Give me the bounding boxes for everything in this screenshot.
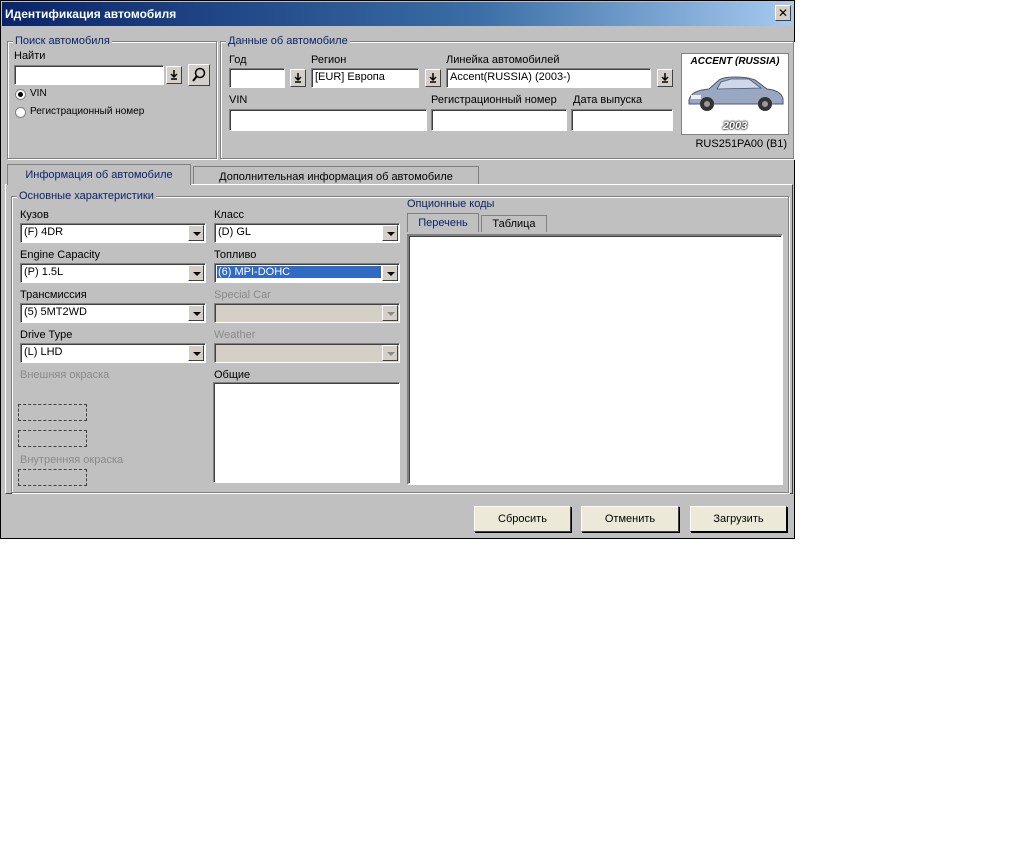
- load-button[interactable]: Загрузить: [690, 506, 787, 532]
- find-search-button[interactable]: [188, 64, 210, 86]
- transmission-value: (5) 5MT2WD: [24, 306, 87, 318]
- vin-input[interactable]: [229, 109, 427, 131]
- model-code: RUS251PA00 (B1): [695, 138, 787, 150]
- engine-capacity-select[interactable]: (P) 1.5L: [20, 263, 206, 283]
- vehicle-identification-window: Идентификация автомобиля ✕ Поиск автомоб…: [0, 0, 795, 539]
- tab-additional-info[interactable]: Дополнительная информация об автомобиле: [193, 166, 479, 185]
- engine-capacity-label: Engine Capacity: [20, 249, 101, 261]
- radio-vin[interactable]: [15, 89, 26, 100]
- download-arrow-icon: [661, 73, 669, 83]
- drive-type-label: Drive Type: [20, 329, 73, 341]
- vehicle-image: ACCENT (RUSSIA) 2003: [681, 53, 789, 135]
- download-arrow-icon: [429, 73, 437, 83]
- special-car-label: Special Car: [214, 289, 271, 301]
- chevron-down-icon: [382, 305, 398, 321]
- radio-vin-label: VIN: [30, 88, 47, 99]
- exterior-color-swatch-1: [18, 404, 87, 421]
- body-label: Кузов: [20, 209, 49, 221]
- reg-number-label: Регистрационный номер: [431, 94, 557, 106]
- reset-button[interactable]: Сбросить: [474, 506, 571, 532]
- class-select[interactable]: (D) GL: [214, 223, 400, 243]
- fuel-select[interactable]: (6) MPI-DOHC: [214, 263, 400, 283]
- fuel-label: Топливо: [214, 249, 257, 261]
- download-arrow-icon: [294, 73, 302, 83]
- year-input[interactable]: [229, 68, 285, 88]
- general-label: Общие: [214, 369, 251, 381]
- tab-option-table[interactable]: Таблица: [481, 215, 547, 232]
- download-arrow-icon: [170, 70, 178, 80]
- general-textarea[interactable]: [213, 382, 400, 483]
- drive-type-select[interactable]: (L) LHD: [20, 343, 206, 363]
- option-codes-label: Опционные коды: [407, 198, 495, 210]
- reg-number-input[interactable]: [431, 109, 567, 131]
- chevron-down-icon[interactable]: [188, 225, 204, 241]
- main-specs-group: Основные характеристики Кузов (F) 4DR Кл…: [11, 190, 789, 493]
- chevron-down-icon[interactable]: [188, 345, 204, 361]
- transmission-select[interactable]: (5) 5MT2WD: [20, 303, 206, 323]
- weather-select: [214, 343, 400, 363]
- drive-type-value: (L) LHD: [24, 346, 63, 358]
- search-group: Поиск автомобиля Найти VIN Регистрационн…: [7, 35, 217, 159]
- search-group-title: Поиск автомобиля: [13, 35, 112, 47]
- tab-option-list[interactable]: Перечень: [407, 213, 479, 232]
- engine-capacity-value: (P) 1.5L: [24, 266, 64, 278]
- chevron-down-icon: [382, 345, 398, 361]
- vehicle-group-title: Данные об автомобиле: [226, 35, 350, 47]
- class-label: Класс: [214, 209, 244, 221]
- transmission-label: Трансмиссия: [20, 289, 87, 301]
- find-download-button[interactable]: [166, 66, 182, 84]
- model-line-download-button[interactable]: [657, 69, 673, 87]
- chevron-down-icon[interactable]: [188, 265, 204, 281]
- magnifier-icon: [192, 67, 206, 82]
- vin-label: VIN: [229, 94, 248, 106]
- title-bar: Идентификация автомобиля ✕: [2, 2, 793, 26]
- year-label: Год: [229, 54, 247, 66]
- interior-color-swatch: [18, 469, 87, 486]
- tab-vehicle-info[interactable]: Информация об автомобиле: [7, 164, 191, 185]
- class-value: (D) GL: [218, 226, 251, 238]
- find-input[interactable]: [14, 65, 164, 85]
- region-input[interactable]: [EUR] Европа: [311, 68, 419, 88]
- radio-reg-number[interactable]: [15, 107, 26, 118]
- production-date-input[interactable]: [571, 109, 673, 131]
- cancel-button[interactable]: Отменить: [581, 506, 679, 532]
- special-car-select: [214, 303, 400, 323]
- close-button[interactable]: ✕: [775, 5, 791, 21]
- year-download-button[interactable]: [290, 69, 306, 87]
- find-label: Найти: [14, 50, 46, 62]
- body-select[interactable]: (F) 4DR: [20, 223, 206, 243]
- weather-label: Weather: [214, 329, 256, 341]
- option-codes-list[interactable]: [407, 234, 783, 485]
- radio-reg-number-label: Регистрационный номер: [30, 106, 145, 117]
- exterior-color-swatch-2: [18, 430, 87, 447]
- vehicle-image-year: 2003: [722, 120, 748, 132]
- interior-color-label: Внутренняя окраска: [20, 454, 124, 466]
- chevron-down-icon[interactable]: [382, 225, 398, 241]
- region-download-button[interactable]: [425, 69, 441, 87]
- production-date-label: Дата выпуска: [573, 94, 643, 106]
- exterior-color-label: Внешняя окраска: [20, 369, 110, 381]
- vehicle-data-group: Данные об автомобиле Год Регион [EUR] Ев…: [220, 35, 794, 159]
- model-line-input[interactable]: Accent(RUSSIA) (2003-): [446, 68, 651, 88]
- vehicle-image-title: ACCENT (RUSSIA): [690, 56, 780, 67]
- model-line-label: Линейка автомобилей: [446, 54, 560, 66]
- car-icon: [688, 76, 784, 111]
- body-value: (F) 4DR: [24, 226, 64, 238]
- fuel-value: (6) MPI-DOHC: [217, 266, 381, 278]
- region-label: Регион: [311, 54, 347, 66]
- main-specs-title: Основные характеристики: [17, 190, 156, 202]
- chevron-down-icon[interactable]: [382, 265, 398, 281]
- chevron-down-icon[interactable]: [188, 305, 204, 321]
- window-title: Идентификация автомобиля: [5, 7, 177, 21]
